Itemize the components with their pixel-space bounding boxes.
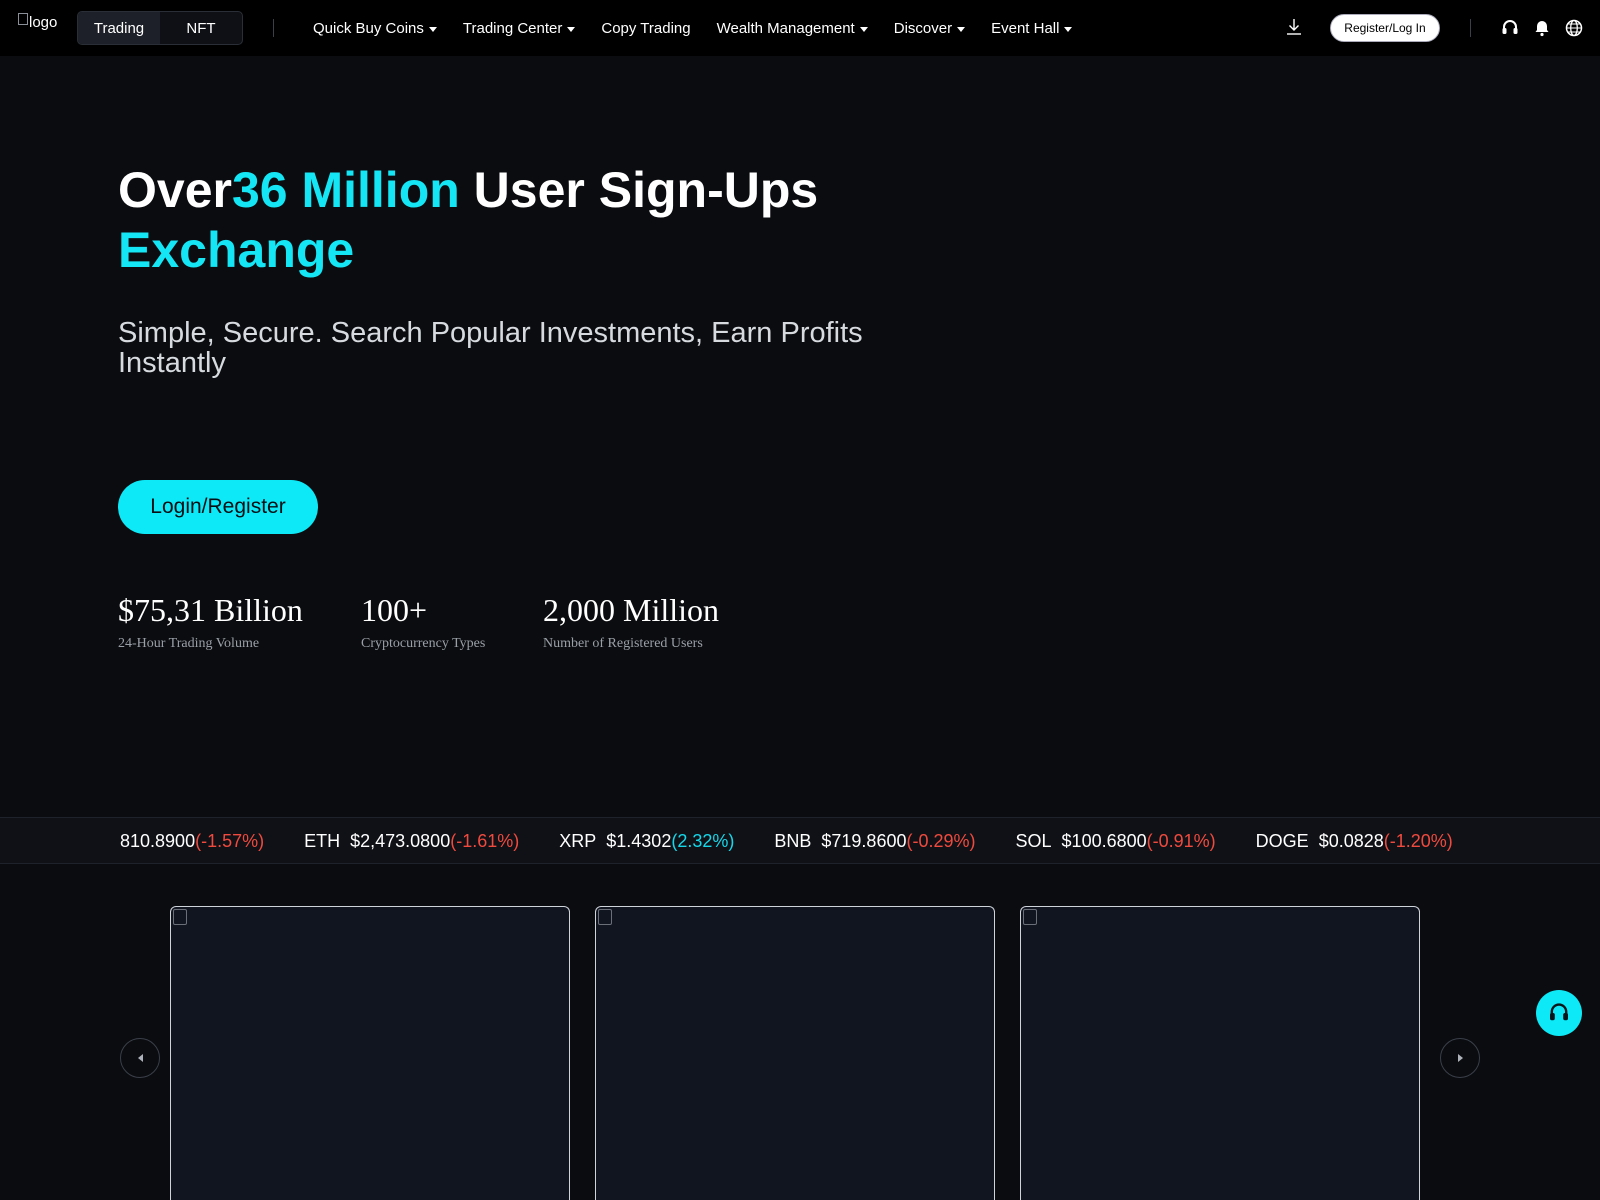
hero-subtitle: Simple, Secure. Search Popular Investmen… [118,317,863,379]
hero-title-line2: Exchange [118,222,355,278]
stat-value: $75,31 Billion [118,592,303,628]
ticker-change: (-0.91%) [1146,831,1216,851]
hero-title: Over36 Million User Sign-Ups Exchange [118,160,818,280]
hero-title-suffix: User Sign-Ups [459,162,819,218]
ticker-symbol: DOGE [1255,831,1309,851]
stat-label: Number of Registered Users [543,636,703,651]
tab-nft[interactable]: NFT [160,12,242,44]
nav-label: Event Hall [991,19,1060,37]
headset-icon[interactable] [1500,18,1520,38]
ticker-change: (-1.61%) [450,831,520,851]
ticker-item[interactable]: BNB $719.8600 (-0.29%) [774,831,975,852]
ticker-price: $0.0828 [1318,831,1384,851]
ticker-price: $2,473.0800 [350,831,451,851]
banner-card[interactable] [170,906,570,1200]
nav-label: Trading Center [462,19,563,37]
divider [273,19,274,37]
caret-down-icon [1064,26,1073,32]
divider [1470,19,1471,37]
logo[interactable]: logo [18,12,58,31]
nav-quick-buy-coins[interactable]: Quick Buy Coins [313,20,437,37]
ticker-change: (-1.57%) [195,831,265,851]
mode-toggle: Trading NFT [77,11,243,45]
login-register-button[interactable]: Login/Register [118,480,318,534]
ticker-price: $719.8600 [821,831,907,851]
ticker-item[interactable]: 810.8900 (-1.57%) [120,831,264,852]
broken-image-icon [18,12,28,25]
stat-label: Cryptocurrency Types [361,636,486,651]
banner-card[interactable] [595,906,995,1200]
top-navigation-bar: logo Trading NFT Quick Buy Coins Trading… [0,0,1600,56]
ticker-item[interactable]: DOGE $0.0828 (-1.20%) [1256,831,1453,852]
caret-down-icon [567,26,576,32]
carousel-prev-button[interactable] [120,1038,160,1078]
ticker-symbol: XRP [559,831,597,851]
ticker-symbol: SOL [1015,831,1052,851]
nav-discover[interactable]: Discover [893,19,966,37]
nav-label: Discover [893,19,953,37]
chevron-left-icon [137,1054,143,1062]
tab-trading[interactable]: Trading [78,12,160,44]
hero-title-prefix: Over [118,162,232,218]
ticker-symbol: ETH [304,831,341,851]
hero-title-highlight: 36 Million [231,162,460,218]
broken-image-icon [598,909,612,925]
ticker-item[interactable]: ETH $2,473.0800 (-1.61%) [304,831,519,852]
ticker-change: (2.32%) [671,831,735,851]
download-icon[interactable] [1285,17,1303,37]
caret-down-icon [859,26,868,32]
ticker-change: (-1.20%) [1383,831,1453,851]
nav-trading-center[interactable]: Trading Center [463,20,576,37]
ticker-item[interactable]: SOL $100.6800 (-0.91%) [1016,831,1216,852]
carousel-next-button[interactable] [1440,1038,1480,1078]
ticker-price: $1.4302 [606,831,672,851]
ticker-price: 810.8900 [120,831,196,851]
stat-crypto-types: 100+ Cryptocurrency Types [361,590,485,652]
ticker-item[interactable]: XRP $1.4302 (2.32%) [559,831,734,852]
broken-image-icon [173,909,187,925]
nav-copy-trading[interactable]: Copy Trading [601,20,690,37]
ticker-track: 810.8900 (-1.57%) ETH $2,473.0800 (-1.61%) … [120,818,1480,863]
ticker-symbol: BNB [774,831,812,851]
chevron-right-icon [1457,1054,1463,1062]
nav-label: Wealth Management [716,19,855,37]
headset-icon [1550,1003,1568,1021]
stat-value: 100+ [361,592,428,628]
caret-down-icon [957,26,966,32]
banner-card[interactable] [1020,906,1420,1200]
stat-trading-volume: $75,31 Billion 24-Hour Trading Volume [118,590,303,652]
globe-icon[interactable] [1564,18,1584,38]
stat-value: 2,000 Million [543,592,720,628]
main-nav: Quick Buy Coins Trading Center Copy Trad… [313,0,1098,56]
support-chat-button[interactable] [1536,990,1582,1036]
ticker-change: (-0.29%) [906,831,976,851]
nav-wealth-management[interactable]: Wealth Management [717,20,868,37]
stat-registered-users: 2,000 Million Number of Registered Users [543,590,719,652]
ticker-price: $100.6800 [1061,831,1147,851]
nav-label: Copy Trading [601,19,691,37]
nav-event-hall[interactable]: Event Hall [991,19,1073,37]
caret-down-icon [428,26,437,32]
bell-icon[interactable] [1532,18,1552,38]
broken-image-icon [1023,909,1037,925]
stat-label: 24-Hour Trading Volume [118,636,260,651]
register-login-button[interactable]: Register/Log In [1330,14,1440,42]
logo-alt-text: logo [29,14,58,31]
nav-label: Quick Buy Coins [313,19,424,37]
price-ticker: 810.8900 (-1.57%) ETH $2,473.0800 (-1.61%) … [0,817,1600,864]
